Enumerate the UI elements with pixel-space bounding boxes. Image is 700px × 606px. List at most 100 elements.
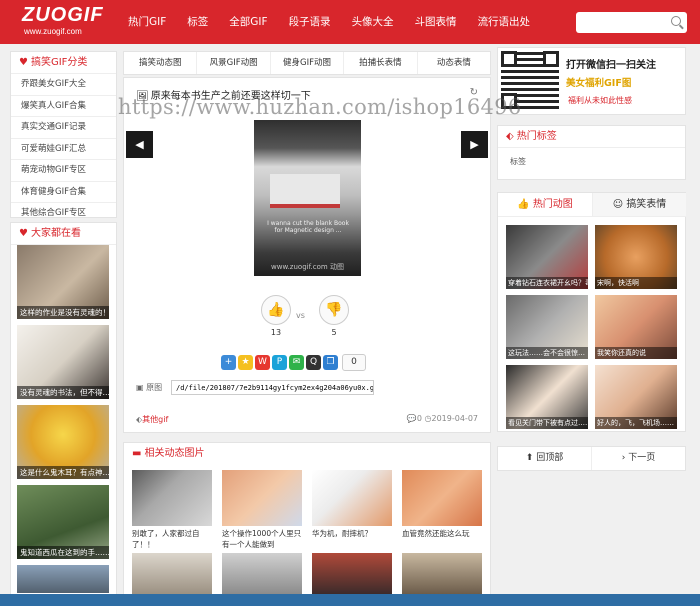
hot-gif-thumb[interactable]: 宋啊，快活啊 [595,225,677,289]
related-caption[interactable]: 别敢了，人家都过自了！！ [132,528,212,550]
share-qzone-icon[interactable]: ★ [238,355,253,370]
related-thumb[interactable] [312,470,392,526]
related-thumb[interactable] [132,553,212,595]
share-count: 0 [342,354,366,371]
comment-count: 0 [416,414,422,423]
gif-category-tabs: 搞笑动态图 风景GIF动图 健身GIF动图 拍捕长表情 动态表情 [123,51,491,75]
back-to-top-button[interactable]: ⬆ 回顶部 [498,447,592,470]
share-copy-icon[interactable]: ❐ [323,355,338,370]
nav-avatars[interactable]: 头像大全 [352,0,394,44]
back-to-top-label: 回顶部 [536,453,564,463]
share-more-icon[interactable]: + [221,355,236,370]
search-input[interactable] [576,12,666,33]
category-panel: ♥ 搞笑GIF分类 乔跟美女GIF大全 爆笑真人GIF合集 真实交通GIF记录 可… [10,51,117,225]
next-page-label: 下一页 [628,453,656,463]
popular-thumb[interactable]: 没有灵魂的书法，但不得…… [17,325,109,399]
image-icon: 🖼 [136,91,149,102]
related-thumb[interactable] [132,470,212,526]
image-watermark: www.zuogif.com 动图 [271,263,344,271]
share-tencent-icon[interactable]: P [272,355,287,370]
tab-long[interactable]: 拍捕长表情 [344,52,418,74]
popular-thumb[interactable]: 这是什么鬼木耳？有点神…… [17,405,109,479]
gif-url-field[interactable] [171,380,374,395]
tab-scenery[interactable]: 风景GIF动图 [197,52,271,74]
hot-gif-thumb[interactable]: 看见关门带下被有点过…… [506,365,588,429]
related-caption[interactable]: 华为机，耐摔机？ [312,528,392,539]
post-tag[interactable]: 其他gif [142,415,168,424]
site-domain: www.zuogif.com [24,27,82,36]
related-item[interactable]: 这个操作1000个人里只有一个人能做到 [222,470,302,550]
original-label-row: ▣ 原图 [136,382,162,393]
clock-icon: ◷ [424,414,432,423]
thumb-caption: 这样的作业是没有灵魂的！ [17,306,109,319]
hot-gif-caption: 我笑你还真的说 [595,347,677,359]
hot-tag[interactable]: 标签 [510,156,526,167]
popular-thumb[interactable]: 鬼知道西瓜在这到的手…… [17,485,109,559]
dislike-button[interactable]: 👎 [319,295,349,325]
tab-funny-label: 搞笑表情 [626,199,667,210]
related-thumb[interactable] [222,470,302,526]
related-thumb[interactable] [402,553,482,595]
related-caption[interactable]: 血管竟然还能这么玩 [402,528,482,539]
thumbs-up-icon: 👍 [267,302,285,318]
post-gif-image[interactable]: I wanna cut the blank Book for Magnetic … [254,120,361,276]
related-thumb[interactable] [222,553,302,595]
related-item[interactable]: 华为机，耐摔机？ [312,470,392,539]
related-thumb[interactable] [402,470,482,526]
hot-gifs-panel: 👍 热门动图 ☺ 搞笑表情 穿着钻石连衣裙开幺吗？毒… 宋啊，快活啊 这玩法……… [497,192,686,432]
image-subtitle: I wanna cut the blank Book for Magnetic … [267,220,349,234]
picture-icon: ▣ [136,383,144,392]
hot-gif-thumb[interactable]: 穿着钻石连衣裙开幺吗？毒… [506,225,588,289]
nav-jokes[interactable]: 段子语录 [289,0,331,44]
hot-gif-thumb[interactable]: 我笑你还真的说 [595,295,677,359]
refresh-icon[interactable]: ↻ [470,87,478,98]
chevron-right-icon: › [621,453,626,463]
promo-subtitle: 美女福利GIF图 [566,78,632,89]
thumb-caption: 这是什么鬼木耳？有点神…… [17,466,109,479]
book-block [270,174,340,208]
related-item[interactable]: 血管竟然还能这么玩 [402,470,482,539]
share-weibo-icon[interactable]: W [255,355,270,370]
share-wechat-icon[interactable]: ✉ [289,355,304,370]
tab-funny-emoji[interactable]: ☺ 搞笑表情 [592,193,686,217]
next-page-button[interactable]: › 下一页 [592,447,685,470]
nav-slang[interactable]: 流行语出处 [478,0,531,44]
tab-hot-gifs[interactable]: 👍 热门动图 [498,193,592,217]
search-icon[interactable] [671,16,681,26]
os-taskbar [0,594,700,606]
popular-title: 大家都在看 [30,228,81,239]
tab-fitness[interactable]: 健身GIF动图 [271,52,345,74]
tab-dynamic[interactable]: 动态表情 [418,52,490,74]
category-item[interactable]: 体育健身GIF合集 [11,182,116,203]
category-item[interactable]: 真实交通GIF记录 [11,117,116,139]
popular-thumb[interactable]: 这样的作业是没有灵魂的！ [17,245,109,319]
nav-stickers[interactable]: 斗图表情 [415,0,457,44]
like-button[interactable]: 👍 [261,295,291,325]
hot-tags-panel: ⬖ 热门标签 标签 [497,125,686,180]
prev-arrow-button[interactable]: ◀ [126,131,153,158]
hot-gif-caption: 看见关门带下被有点过…… [506,417,588,429]
next-arrow-button[interactable]: ▶ [461,131,488,158]
promo-title: 打开微信扫一扫关注 [566,60,656,71]
related-thumb[interactable] [312,553,392,595]
thumb-caption: 没有灵魂的书法，但不得…… [17,386,109,399]
nav-hot-gif[interactable]: 热门GIF [128,0,166,44]
post-date: 2019-04-07 [431,414,479,423]
nav-tags[interactable]: 标签 [187,0,208,44]
category-item[interactable]: 乔跟美女GIF大全 [11,74,116,96]
category-item[interactable]: 萌宠动物GIF专区 [11,160,116,182]
site-logo[interactable]: ZUOGIF [22,4,104,27]
category-item[interactable]: 可爱萌娃GIF汇总 [11,139,116,160]
related-panel: ▬ 相关动态图片 别敢了，人家都过自了！！ 这个操作1000个人里只有一个人能做到… [123,442,491,596]
post-meta: 💬0 ◷2019-04-07 [407,414,478,423]
tab-funny[interactable]: 搞笑动态图 [124,52,198,74]
hot-gif-caption: 宋啊，快活啊 [595,277,677,289]
share-qq-icon[interactable]: Q [306,355,321,370]
category-item[interactable]: 爆笑真人GIF合集 [11,96,116,117]
popular-thumb[interactable] [17,565,109,593]
nav-all-gif[interactable]: 全部GIF [229,0,267,44]
hot-gif-thumb[interactable]: 这玩法……会不会很惊… [506,295,588,359]
related-caption[interactable]: 这个操作1000个人里只有一个人能做到 [222,528,302,550]
related-item[interactable]: 别敢了，人家都过自了！！ [132,470,212,550]
hot-gif-thumb[interactable]: 好人的，飞，飞机场…… [595,365,677,429]
